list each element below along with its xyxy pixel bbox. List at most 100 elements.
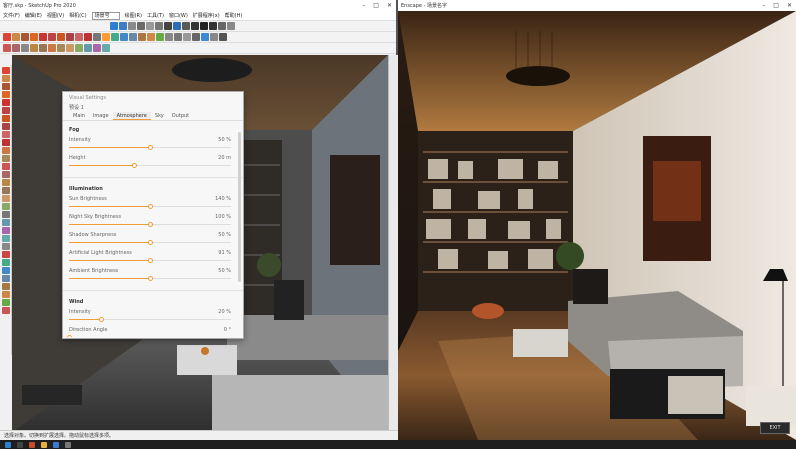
slider-thumb[interactable]: [131, 163, 137, 168]
exit-button[interactable]: EXIT: [760, 422, 790, 434]
setting-slider[interactable]: [69, 145, 231, 150]
eraser-icon[interactable]: [12, 33, 20, 41]
preset-name[interactable]: 预设 1: [63, 103, 243, 112]
tool-select-icon[interactable]: [1, 67, 10, 74]
paint-icon[interactable]: [102, 33, 110, 41]
tool-dimension-icon[interactable]: [1, 219, 10, 226]
style-icon[interactable]: [102, 44, 110, 52]
scale-icon[interactable]: [75, 33, 83, 41]
vr-icon[interactable]: [209, 22, 217, 30]
scene-select[interactable]: 场景号: [91, 11, 120, 20]
tool-text-icon[interactable]: [1, 235, 10, 242]
tool-circle-icon[interactable]: [1, 131, 10, 138]
follow-me-icon[interactable]: [48, 44, 56, 52]
tool-polygon-icon[interactable]: [1, 139, 10, 146]
slider-thumb[interactable]: [67, 335, 72, 337]
close-icon[interactable]: ✕: [387, 2, 392, 9]
menu-draw[interactable]: 绘图(R): [125, 12, 142, 19]
setting-slider[interactable]: [69, 258, 231, 263]
material-icon[interactable]: [218, 22, 226, 30]
asset-library-icon[interactable]: [191, 22, 199, 30]
capture-icon[interactable]: [137, 22, 145, 30]
pan-icon[interactable]: [120, 33, 128, 41]
tool-rectangle-icon[interactable]: [1, 115, 10, 122]
menu-help[interactable]: 帮助(H): [225, 12, 243, 19]
line-icon[interactable]: [21, 33, 29, 41]
tool-move-icon[interactable]: [1, 163, 10, 170]
start-icon[interactable]: [5, 441, 11, 448]
tool-eraser-icon[interactable]: [1, 91, 10, 98]
setting-slider[interactable]: [69, 240, 231, 245]
section-display-icon[interactable]: [12, 44, 20, 52]
slider-thumb[interactable]: [148, 258, 153, 263]
pause-icon[interactable]: [119, 22, 127, 30]
tool-zoom-window-icon[interactable]: [1, 283, 10, 290]
sketchup-taskbar-icon[interactable]: [29, 441, 35, 448]
tool-component-icon[interactable]: [1, 75, 10, 82]
render-icon[interactable]: [128, 22, 136, 30]
explorer-icon[interactable]: [41, 441, 47, 448]
search-icon[interactable]: [17, 441, 23, 448]
tool-rotate-icon[interactable]: [1, 179, 10, 186]
zoom-icon[interactable]: [129, 33, 137, 41]
tool-scale-icon[interactable]: [1, 195, 10, 202]
tab-image[interactable]: Image: [89, 112, 113, 120]
maximize-icon[interactable]: □: [773, 2, 779, 9]
top-view-icon[interactable]: [174, 33, 182, 41]
group-icon[interactable]: [39, 44, 47, 52]
tool-offset-icon[interactable]: [1, 203, 10, 210]
enscape-taskbar-icon[interactable]: [65, 441, 71, 448]
tape-icon[interactable]: [93, 33, 101, 41]
tool-followme-icon[interactable]: [1, 187, 10, 194]
minimize-icon[interactable]: –: [362, 2, 365, 9]
export-icon[interactable]: [155, 22, 163, 30]
setting-slider[interactable]: [69, 163, 231, 168]
slider-thumb[interactable]: [148, 204, 153, 209]
setting-slider[interactable]: [69, 276, 231, 281]
right-side-tray[interactable]: [388, 55, 398, 432]
tab-sky[interactable]: Sky: [151, 112, 168, 120]
close-icon[interactable]: ✕: [787, 2, 792, 9]
tool-pie-icon[interactable]: [1, 155, 10, 162]
extension-icon[interactable]: [156, 33, 164, 41]
tool-axes-icon[interactable]: [1, 243, 10, 250]
iso-view-icon[interactable]: [165, 33, 173, 41]
menu-tools[interactable]: 工具(T): [147, 12, 164, 19]
tool-zoom-icon[interactable]: [1, 275, 10, 282]
setting-slider[interactable]: [69, 204, 231, 209]
tab-atmosphere[interactable]: Atmosphere: [112, 112, 151, 120]
tab-main[interactable]: Main: [69, 112, 89, 120]
front-view-icon[interactable]: [183, 33, 191, 41]
shadow-icon[interactable]: [84, 44, 92, 52]
layer-icon[interactable]: [21, 44, 29, 52]
offset-icon[interactable]: [84, 33, 92, 41]
menu-camera[interactable]: 相机(C): [69, 12, 86, 19]
video-icon[interactable]: [146, 22, 154, 30]
panorama-icon[interactable]: [164, 22, 172, 30]
warehouse-icon[interactable]: [147, 33, 155, 41]
minimize-icon[interactable]: –: [762, 2, 765, 9]
fog-icon[interactable]: [93, 44, 101, 52]
tool-3dtext-icon[interactable]: [1, 251, 10, 258]
setting-slider[interactable]: [69, 317, 231, 322]
tool-freehand-icon[interactable]: [1, 107, 10, 114]
upload-icon[interactable]: [227, 22, 235, 30]
view-icon[interactable]: [182, 22, 190, 30]
menu-window[interactable]: 窗口(W): [169, 12, 188, 19]
right-view-icon[interactable]: [192, 33, 200, 41]
tool-arc-icon[interactable]: [1, 147, 10, 154]
slider-thumb[interactable]: [99, 317, 105, 322]
sandbox-icon[interactable]: [75, 44, 83, 52]
tool-protractor-icon[interactable]: [1, 227, 10, 234]
xray-icon[interactable]: [201, 33, 209, 41]
tool-tape-icon[interactable]: [1, 211, 10, 218]
play-icon[interactable]: [110, 22, 118, 30]
slider-thumb[interactable]: [148, 276, 153, 281]
orbit-icon[interactable]: [111, 33, 119, 41]
tool-pan-icon[interactable]: [1, 267, 10, 274]
zoom-extents-icon[interactable]: [138, 33, 146, 41]
tool-section-icon[interactable]: [1, 307, 10, 314]
tab-output[interactable]: Output: [168, 112, 193, 120]
tool-lookaround-icon[interactable]: [1, 299, 10, 306]
tool-pushpull-icon[interactable]: [1, 171, 10, 178]
